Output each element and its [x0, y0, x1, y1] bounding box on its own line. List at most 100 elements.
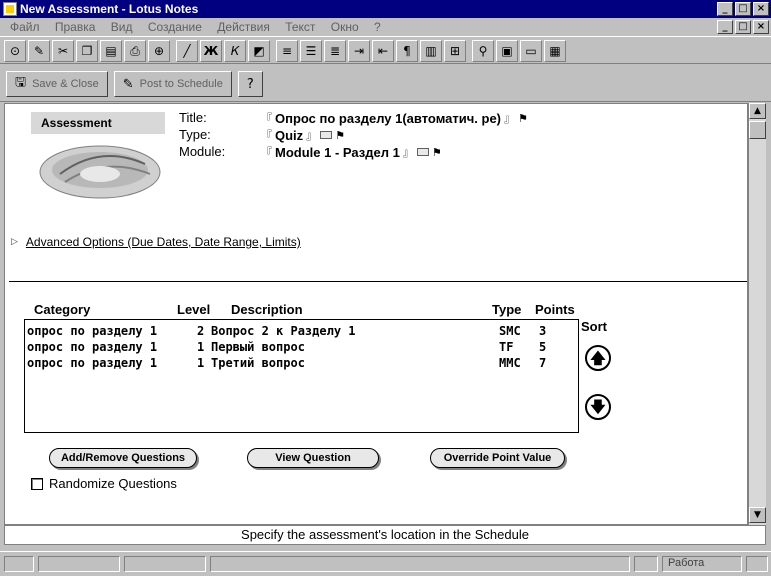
row-level: 1 [197, 340, 205, 354]
menu-view[interactable]: Вид [105, 18, 139, 36]
save-close-button[interactable]: 🖫 Save & Close [6, 71, 108, 97]
align-left-icon[interactable]: ☰ [300, 40, 322, 62]
expand-triangle-icon[interactable]: ▷ [11, 237, 18, 247]
highlight-icon[interactable]: ◩ [248, 40, 270, 62]
assessment-header: Assessment [31, 112, 165, 134]
paste-icon[interactable]: ▤ [100, 40, 122, 62]
checkbox-box[interactable] [31, 477, 43, 490]
status-segment[interactable] [4, 556, 34, 572]
print-icon[interactable]: ⎙ [124, 40, 146, 62]
outdent-icon[interactable]: ⇤ [372, 40, 394, 62]
book-icon[interactable]: ▣ [496, 40, 518, 62]
row-type: MMC [499, 356, 521, 370]
status-segment[interactable] [124, 556, 206, 572]
table-icon[interactable]: ⊞ [444, 40, 466, 62]
mail-indicator[interactable] [746, 556, 768, 572]
status-segment[interactable] [634, 556, 658, 572]
scroll-up-button[interactable]: ▲ [749, 103, 766, 119]
keyword-list-icon[interactable] [416, 148, 429, 156]
doc-restore-button[interactable]: □ [735, 20, 751, 34]
question-list[interactable]: опрос по разделу 1 2 Вопрос 2 к Разделу … [24, 319, 579, 433]
type-value: Quiz [275, 127, 304, 143]
paragraph-icon[interactable]: ¶ [396, 40, 418, 62]
status-segment[interactable] [38, 556, 120, 572]
field-help-text: Specify the assessment's location in the… [4, 525, 766, 545]
grid-icon[interactable]: ▦ [544, 40, 566, 62]
menu-edit[interactable]: Правка [49, 18, 102, 36]
menu-help[interactable]: ? [368, 18, 387, 36]
sort-label: Sort [581, 319, 607, 334]
close-button[interactable]: × [753, 2, 769, 16]
help-button[interactable]: ? [237, 71, 263, 97]
row-category: опрос по разделу 1 [27, 340, 158, 354]
post-to-schedule-button[interactable]: ✎ Post to Schedule [113, 71, 232, 97]
lotus-notes-app-icon[interactable] [3, 2, 17, 16]
title-bar: New Assessment - Lotus Notes [0, 0, 771, 18]
row-type: TF [499, 340, 514, 354]
attach-icon[interactable]: ⊕ [148, 40, 170, 62]
row-points: 3 [539, 324, 547, 338]
screen-icon[interactable]: ▭ [520, 40, 542, 62]
field-close-bracket: 』 [306, 130, 318, 142]
location-text: Работа [668, 557, 705, 569]
save-icon[interactable]: ⊙ [4, 40, 26, 62]
flag-icon: ⚑ [335, 128, 346, 142]
advanced-options-link[interactable]: Advanced Options (Due Dates, Date Range,… [26, 235, 301, 249]
window-title: New Assessment - Lotus Notes [20, 2, 199, 16]
bullet-icon[interactable]: ▥ [420, 40, 442, 62]
sort-up-button[interactable]: 🡅 [585, 345, 611, 371]
document-area: Assessment Title: 『 Опрос по разделу 1(а… [4, 103, 748, 525]
type-field[interactable]: 『 Quiz 』 ⚑ [261, 127, 345, 143]
module-label: Module: [179, 144, 226, 159]
minimize-button[interactable]: _ [717, 2, 733, 16]
vertical-scrollbar[interactable]: ▲ ▼ [748, 103, 766, 525]
status-bar: Работа [0, 551, 771, 576]
copy-icon[interactable]: ❐ [76, 40, 98, 62]
override-point-value-button[interactable]: Override Point Value [430, 448, 565, 468]
doc-minimize-button[interactable]: _ [717, 20, 733, 34]
indent-icon[interactable]: ⇥ [348, 40, 370, 62]
help-icon: ? [246, 76, 254, 92]
row-description: Третий вопрос [211, 356, 305, 370]
italic-icon[interactable]: К [224, 40, 246, 62]
keyword-list-icon[interactable] [320, 131, 333, 139]
table-row[interactable]: опрос по разделу 1 2 Вопрос 2 к Разделу … [25, 323, 578, 339]
row-category: опрос по разделу 1 [27, 356, 158, 370]
link-icon[interactable]: ⚲ [472, 40, 494, 62]
menu-window[interactable]: Окно [325, 18, 365, 36]
add-remove-questions-button[interactable]: Add/Remove Questions [49, 448, 197, 468]
title-field[interactable]: 『 Опрос по разделу 1(автоматич. ре) 』 ⚑ [261, 110, 528, 126]
bold-icon[interactable]: Ж [200, 40, 222, 62]
module-field[interactable]: 『 Module 1 - Раздел 1 』 ⚑ [261, 144, 442, 160]
sort-down-button[interactable]: 🡇 [585, 394, 611, 420]
randomize-questions-checkbox[interactable]: Randomize Questions [31, 476, 177, 491]
flag-icon: ⚑ [431, 145, 442, 159]
maximize-button[interactable]: □ [735, 2, 751, 16]
pencil-icon: ✎ [122, 76, 134, 92]
row-category: опрос по разделу 1 [27, 324, 158, 338]
view-question-button[interactable]: View Question [247, 448, 379, 468]
post-to-schedule-label: Post to Schedule [139, 78, 223, 90]
field-open-bracket: 『 [261, 113, 272, 125]
divider [9, 281, 747, 282]
table-row[interactable]: опрос по разделу 1 1 Третий вопрос MMC 7 [25, 355, 578, 371]
menu-actions[interactable]: Действия [211, 18, 276, 36]
window-controls: _ □ × [717, 2, 769, 16]
align-center-icon[interactable]: ≣ [324, 40, 346, 62]
points-header: Points [535, 302, 575, 317]
menu-text[interactable]: Текст [279, 18, 321, 36]
advanced-options-section[interactable]: ▷ Advanced Options (Due Dates, Date Rang… [11, 235, 301, 249]
table-row[interactable]: опрос по разделу 1 1 Первый вопрос TF 5 [25, 339, 578, 355]
pen-icon[interactable]: ╱ [176, 40, 198, 62]
menu-create[interactable]: Создание [142, 18, 208, 36]
doc-close-button[interactable]: × [753, 20, 769, 34]
scroll-thumb[interactable] [749, 121, 766, 139]
menu-file[interactable]: Файл [4, 18, 46, 36]
list-icon[interactable]: ≡ [276, 40, 298, 62]
scroll-down-button[interactable]: ▼ [749, 507, 766, 523]
flag-icon: ⚑ [518, 111, 528, 125]
cut-icon[interactable]: ✂ [52, 40, 74, 62]
edit-icon[interactable]: ✎ [28, 40, 50, 62]
field-open-bracket: 『 [261, 130, 272, 142]
action-bar: 🖫 Save & Close ✎ Post to Schedule ? [0, 66, 771, 102]
